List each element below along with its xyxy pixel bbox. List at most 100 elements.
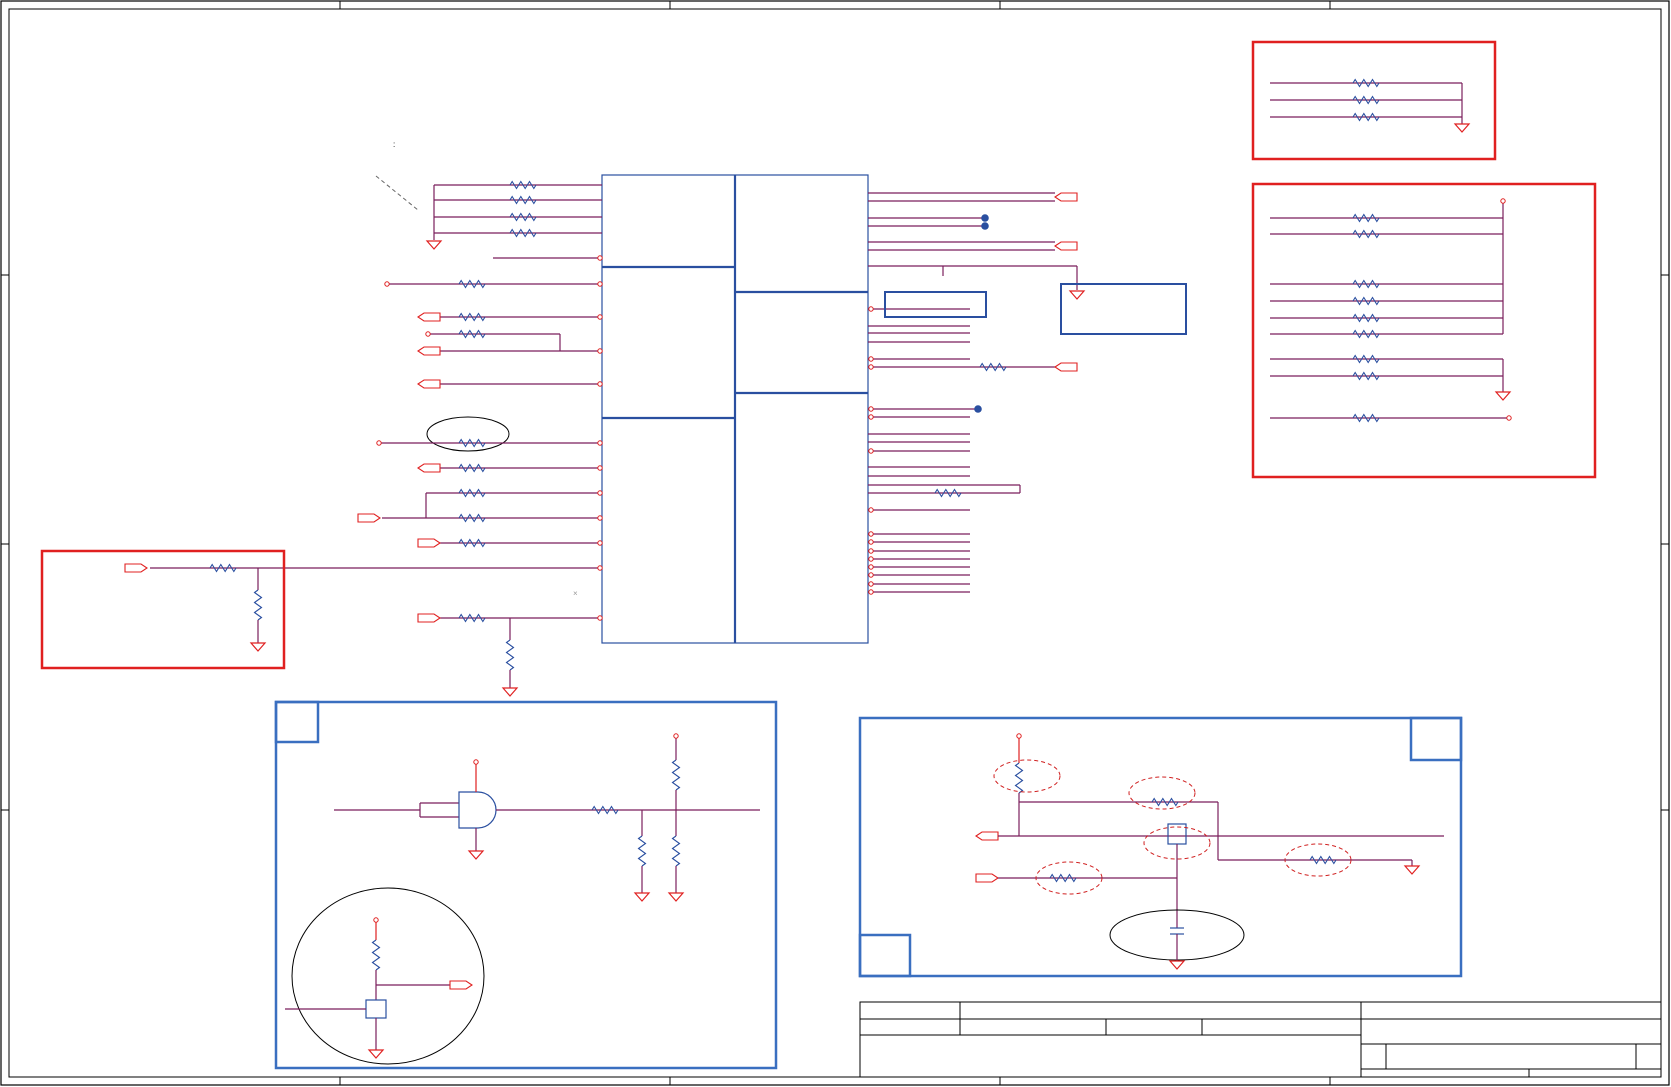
ground-symbol xyxy=(425,240,443,250)
section-box-right xyxy=(858,716,1463,978)
bottom-left-circuit xyxy=(285,733,760,1065)
annotation-note: : xyxy=(393,140,395,149)
ground-symbol xyxy=(501,687,519,697)
resistor xyxy=(509,195,537,205)
section-box-left xyxy=(274,700,778,1070)
pin-dot xyxy=(868,448,874,454)
right-wires xyxy=(868,192,1086,595)
pin-dot xyxy=(673,733,679,739)
offpage-connector xyxy=(975,831,999,841)
junction-dot xyxy=(974,405,982,413)
pin-dot xyxy=(1500,198,1506,204)
dashed-ellipse xyxy=(1128,776,1196,810)
ground-symbol xyxy=(1494,391,1512,401)
ground-symbol xyxy=(1068,290,1086,300)
resistor xyxy=(458,463,486,473)
resistor xyxy=(1352,371,1380,381)
resistor xyxy=(209,563,237,573)
pin-dot xyxy=(868,306,874,312)
mux-box xyxy=(884,291,987,318)
resistor xyxy=(458,513,486,523)
pin-dot xyxy=(473,759,479,765)
title-block xyxy=(859,1001,1662,1078)
ground-symbol xyxy=(1453,123,1471,133)
junction-dot xyxy=(981,214,989,222)
schematic-sheet: : × xyxy=(0,0,1671,1087)
no-connect-mark: × xyxy=(573,589,578,598)
resistor xyxy=(1352,329,1380,339)
resistor xyxy=(1352,296,1380,306)
pin-dot xyxy=(376,440,382,446)
resistor xyxy=(458,438,486,448)
resistor xyxy=(979,362,1007,372)
pin-dot xyxy=(868,507,874,513)
pin-dot xyxy=(597,348,603,354)
resistor xyxy=(458,488,486,498)
resistor xyxy=(1352,229,1380,239)
pin-dot xyxy=(1506,415,1512,421)
offpage-connector xyxy=(417,613,441,623)
red-box-right xyxy=(1251,182,1597,479)
pin-dot xyxy=(597,381,603,387)
resistor xyxy=(1352,213,1380,223)
pin-dot xyxy=(597,465,603,471)
right-box-circuits xyxy=(1270,78,1512,423)
offpage-connector xyxy=(449,980,473,990)
offpage-connector xyxy=(417,379,441,389)
main-ic xyxy=(601,174,869,644)
resistor xyxy=(1352,354,1380,364)
resistor xyxy=(1352,95,1380,105)
bottom-right-circuit xyxy=(975,733,1444,970)
resistor xyxy=(934,488,962,498)
resistor xyxy=(671,759,681,791)
pin-dot xyxy=(868,356,874,362)
resistor xyxy=(671,835,681,867)
ground-symbol xyxy=(367,1049,385,1059)
mosfet xyxy=(365,999,387,1019)
pin-dot xyxy=(868,414,874,420)
pin-dot xyxy=(868,572,874,578)
resistor xyxy=(509,212,537,222)
resistor xyxy=(505,639,515,671)
ground-symbol xyxy=(467,850,485,860)
resistor xyxy=(1352,413,1380,423)
schematic-canvas: : × xyxy=(0,0,1670,1086)
offpage-connector xyxy=(1054,241,1078,251)
highlight-ellipse xyxy=(426,416,510,452)
ground-symbol xyxy=(667,892,685,902)
offpage-connector xyxy=(417,538,441,548)
resistor xyxy=(1049,873,1077,883)
resistor xyxy=(509,180,537,190)
pin-dot xyxy=(597,615,603,621)
junction-dot xyxy=(981,222,989,230)
pin-dot xyxy=(868,581,874,587)
and-gate xyxy=(458,791,497,829)
resistor xyxy=(1151,797,1179,807)
pin-dot xyxy=(868,564,874,570)
pin-dot xyxy=(1016,733,1022,739)
resistor xyxy=(458,312,486,322)
ground-symbol xyxy=(1403,865,1421,875)
resistor xyxy=(458,538,486,548)
pin-dot xyxy=(597,281,603,287)
pin-dot xyxy=(868,364,874,370)
pin-dot xyxy=(597,565,603,571)
ground-symbol xyxy=(249,642,267,652)
resistor xyxy=(458,613,486,623)
resistor xyxy=(458,279,486,289)
pin-dot xyxy=(373,917,379,923)
pin-dot xyxy=(868,589,874,595)
resistor xyxy=(253,589,263,621)
pin-dot xyxy=(868,548,874,554)
offpage-connector xyxy=(975,873,999,883)
pin-dot xyxy=(868,556,874,562)
resistor xyxy=(1352,78,1380,88)
pin-dot xyxy=(868,539,874,545)
pin-dot xyxy=(597,255,603,261)
pin-dot xyxy=(597,490,603,496)
resistor xyxy=(1352,279,1380,289)
pin-dot xyxy=(868,406,874,412)
resistor xyxy=(371,939,381,971)
ground-symbol xyxy=(1168,960,1186,970)
offpage-connector xyxy=(124,563,148,573)
